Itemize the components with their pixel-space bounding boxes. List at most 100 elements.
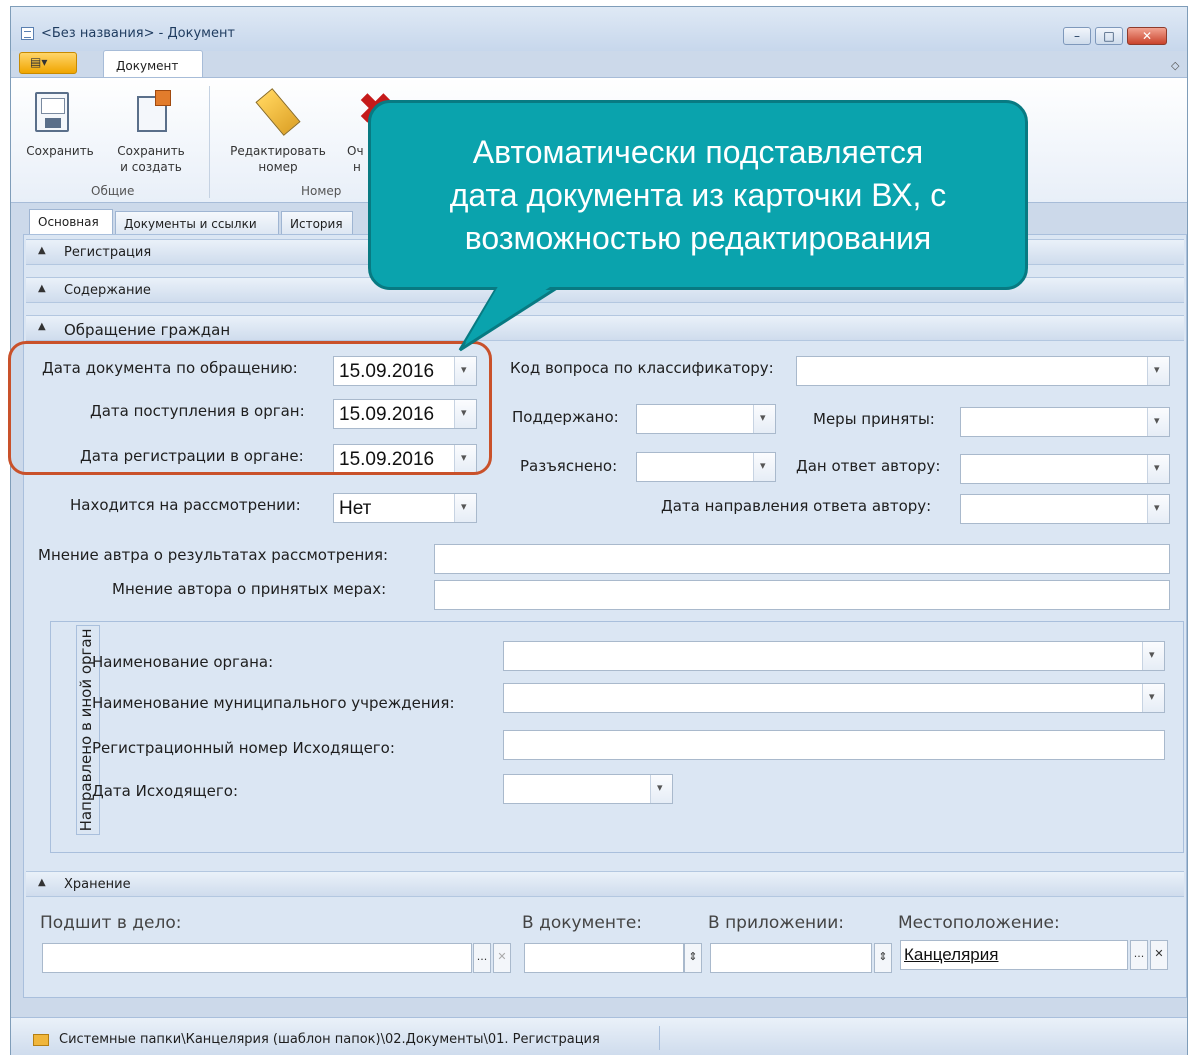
org-name-field[interactable] <box>503 641 1165 671</box>
outgoing-date-label: Дата Исходящего: <box>92 782 238 800</box>
callout-box: Автоматически подставляется дата докумен… <box>368 100 1028 290</box>
ribbon-separator <box>209 86 210 198</box>
opinion-results-input[interactable] <box>434 544 1170 574</box>
under-review-label: Находится на рассмотрении: <box>70 496 301 514</box>
answer-label: Дан ответ автору: <box>796 457 941 475</box>
explained-field[interactable] <box>636 452 776 482</box>
case-label: Подшит в дело: <box>40 913 182 933</box>
section-registration-title: Регистрация <box>64 245 152 260</box>
in-appendix-spinner[interactable]: ⇕ <box>874 943 892 973</box>
group-number-label: Номер <box>301 184 342 198</box>
edit-number-label-1: Редактировать <box>230 144 326 158</box>
group-general-label: Общие <box>91 184 135 198</box>
dropdown-arrow-icon[interactable] <box>1147 495 1169 523</box>
question-code-label: Код вопроса по классификатору: <box>510 359 774 377</box>
tab-document[interactable]: Документ <box>103 50 203 78</box>
edit-number-button[interactable]: Редактировать номер <box>219 86 337 178</box>
callout-text: Автоматически подставляется дата докумен… <box>371 131 1025 260</box>
chevron-up-icon: ▲ <box>38 877 46 888</box>
tab-main[interactable]: Основная <box>29 209 113 235</box>
org-name-label: Наименование органа: <box>92 653 274 671</box>
dropdown-arrow-icon[interactable] <box>454 494 476 522</box>
maximize-button[interactable]: □ <box>1095 27 1123 45</box>
measures-label: Меры приняты: <box>813 410 935 428</box>
maximize-icon: □ <box>1103 29 1115 43</box>
minimize-icon: – <box>1074 29 1080 43</box>
location-browse-button[interactable]: ... <box>1130 940 1148 970</box>
date-fields-highlight <box>8 341 492 475</box>
municipal-label: Наименование муниципального учреждения: <box>92 694 455 712</box>
tab-history[interactable]: История <box>281 211 353 235</box>
ribbon-tab-label: Документ <box>116 59 179 73</box>
municipal-field[interactable] <box>503 683 1165 713</box>
collapse-ribbon-icon[interactable]: ◇ <box>1171 59 1179 72</box>
save-and-create-button[interactable]: Сохранить и создать <box>111 86 191 178</box>
app-menu-icon: ▤▾ <box>30 55 48 69</box>
clear-number-label-2: н <box>353 160 361 174</box>
case-clear-button[interactable]: ✕ <box>493 943 511 973</box>
redirected-group: Направлено в иной орган Наименование орг… <box>50 621 1184 853</box>
question-code-field[interactable] <box>796 356 1170 386</box>
dropdown-arrow-icon[interactable] <box>1147 408 1169 436</box>
dropdown-arrow-icon[interactable] <box>1142 642 1164 670</box>
close-icon: ✕ <box>1141 29 1153 43</box>
dropdown-arrow-icon[interactable] <box>1147 357 1169 385</box>
chevron-up-icon: ▲ <box>38 321 46 332</box>
save-icon <box>35 92 69 132</box>
dropdown-arrow-icon[interactable] <box>650 775 672 803</box>
case-input[interactable] <box>42 943 472 973</box>
folder-icon <box>33 1034 49 1046</box>
in-document-spinner[interactable]: ⇕ <box>684 943 702 973</box>
location-clear-button[interactable]: ✕ <box>1150 940 1168 970</box>
status-separator <box>659 1026 660 1050</box>
tab-main-label: Основная <box>38 215 99 229</box>
tab-history-label: История <box>290 217 343 231</box>
answer-date-field[interactable] <box>960 494 1170 524</box>
edit-number-label-2: номер <box>258 160 298 174</box>
app-icon <box>21 27 34 40</box>
in-appendix-label: В приложении: <box>708 913 844 933</box>
answer-date-label: Дата направления ответа автору: <box>661 497 932 515</box>
outgoing-number-input[interactable] <box>503 730 1165 760</box>
supported-field[interactable] <box>636 404 776 434</box>
case-browse-button[interactable]: ... <box>473 943 491 973</box>
section-storage-title: Хранение <box>64 877 131 892</box>
under-review-field[interactable]: Нет <box>333 493 477 523</box>
chevron-up-icon: ▲ <box>38 283 46 294</box>
opinion-measures-input[interactable] <box>434 580 1170 610</box>
chevron-up-icon: ▲ <box>38 245 46 256</box>
section-storage-header[interactable]: ▲ Хранение <box>26 871 1184 897</box>
explained-label: Разъяснено: <box>520 457 618 475</box>
callout-line-1: Автоматически подставляется <box>472 134 924 170</box>
save-and-create-label-2: и создать <box>120 160 182 174</box>
dropdown-arrow-icon[interactable] <box>1147 455 1169 483</box>
title-bar: <Без названия> - Документ – □ ✕ <box>11 7 1187 51</box>
minimize-button[interactable]: – <box>1063 27 1091 45</box>
location-label: Местоположение: <box>898 913 1060 933</box>
close-button[interactable]: ✕ <box>1127 27 1167 45</box>
under-review-value: Нет <box>339 498 372 519</box>
dropdown-arrow-icon[interactable] <box>1142 684 1164 712</box>
in-appendix-input[interactable] <box>710 943 872 973</box>
section-citizens-header[interactable]: ▲ Обращение граждан <box>26 315 1184 341</box>
pencil-icon <box>255 88 301 136</box>
status-path: Системные папки\Канцелярия (шаблон папок… <box>59 1032 600 1047</box>
measures-field[interactable] <box>960 407 1170 437</box>
clear-number-label-1: Оч <box>347 144 364 158</box>
section-content-title: Содержание <box>64 283 151 298</box>
tab-documents-links[interactable]: Документы и ссылки <box>115 211 279 235</box>
answer-field[interactable] <box>960 454 1170 484</box>
opinion-measures-label: Мнение автора о принятых мерах: <box>112 580 387 598</box>
app-menu-button[interactable]: ▤▾ <box>19 52 77 74</box>
save-button[interactable]: Сохранить <box>25 86 95 178</box>
dropdown-arrow-icon[interactable] <box>753 453 775 481</box>
status-bar: Системные папки\Канцелярия (шаблон папок… <box>11 1017 1187 1055</box>
callout-line-2: дата документа из карточки ВХ, с <box>449 177 947 213</box>
location-input[interactable]: Канцелярия <box>900 940 1128 970</box>
outgoing-date-field[interactable] <box>503 774 673 804</box>
location-value[interactable]: Канцелярия <box>904 945 998 965</box>
in-document-input[interactable] <box>524 943 684 973</box>
save-label: Сохранить <box>26 144 94 158</box>
opinion-results-label: Мнение автра о результатах рассмотрения: <box>38 546 389 564</box>
dropdown-arrow-icon[interactable] <box>753 405 775 433</box>
